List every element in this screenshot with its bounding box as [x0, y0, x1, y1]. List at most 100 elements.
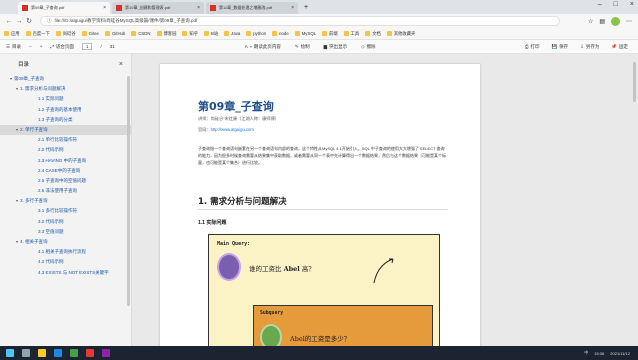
- window-controls: – □ ×: [598, 1, 634, 8]
- save-button[interactable]: 💾 保存: [552, 44, 569, 50]
- minimize-icon[interactable]: –: [598, 1, 602, 8]
- toc-item[interactable]: 4.2 代码示例: [0, 257, 131, 267]
- highlight-button[interactable]: ▆ 突出显示: [324, 44, 347, 50]
- bookmark-item[interactable]: CSDN: [131, 31, 151, 36]
- bookmark-item[interactable]: 尚硅谷: [55, 30, 76, 37]
- toc-item[interactable]: 2.4 CASE中的子查询: [0, 166, 131, 176]
- toc-button[interactable]: ☰ 目录: [6, 44, 21, 50]
- edge-icon[interactable]: [54, 349, 62, 357]
- folder-icon: [81, 31, 87, 36]
- toc-item[interactable]: 3.2 代码示例: [0, 217, 131, 227]
- zoom-in-button[interactable]: +: [40, 44, 43, 49]
- toc-item[interactable]: 1.2 子查询的基本使用: [0, 105, 131, 115]
- app-icon[interactable]: [86, 349, 94, 357]
- close-tab-icon[interactable]: ×: [103, 5, 106, 11]
- toc-item[interactable]: ▾ 1. 需求分析与问题解决: [0, 84, 131, 94]
- bookmark-item[interactable]: 其他收藏夹: [386, 30, 416, 37]
- doc-link-url[interactable]: http://www.atguigu.com: [211, 127, 254, 132]
- bookmark-item[interactable]: python: [246, 31, 266, 36]
- folder-icon: [343, 31, 349, 36]
- folder-icon[interactable]: [38, 349, 46, 357]
- toc-item-label: 1.2 子查询的基本使用: [38, 106, 82, 112]
- maximize-icon[interactable]: □: [614, 1, 618, 8]
- toc-item[interactable]: ▾ 4. 相关子查询: [0, 237, 131, 247]
- toc-item-label: 3. 多行子查询: [20, 198, 48, 204]
- toc-item[interactable]: 2.5 子查询中的空值问题: [0, 176, 131, 186]
- zoom-out-button[interactable]: −: [29, 44, 32, 49]
- close-sidebar-icon[interactable]: ×: [119, 61, 123, 68]
- back-icon[interactable]: ←: [4, 18, 14, 25]
- toc-item[interactable]: 4.3 EXISTS 与 NOT EXISTS关键字: [0, 268, 131, 278]
- ime-indicator[interactable]: 中: [584, 350, 588, 356]
- bookmark-item[interactable]: 前端: [322, 31, 338, 37]
- bookmark-item[interactable]: 应用: [4, 31, 20, 37]
- toc-item-label: 2.2 代码示例: [38, 147, 64, 153]
- clock-time[interactable]: 15:36: [594, 351, 604, 356]
- bookmark-item[interactable]: MySQL: [294, 31, 316, 36]
- tab-bar: 第09章_子查询.pdf × 第10章_创建和管理表.pdf × 第11章_数据…: [0, 0, 638, 14]
- toc-item[interactable]: ▾ 3. 多行子查询: [0, 196, 131, 206]
- bookmark-item[interactable]: Gitee: [81, 31, 99, 36]
- pdf-page: 第09章_子查询 讲师：尚硅谷-宋红康（江湖人称：康师傅） 官网：http://…: [160, 64, 480, 346]
- search-icon[interactable]: [22, 349, 30, 357]
- forward-icon[interactable]: →: [14, 18, 24, 25]
- folder-icon: [224, 31, 230, 36]
- tab-chapter10[interactable]: 第10章_创建和管理表.pdf ×: [112, 2, 204, 14]
- bookmark-item[interactable]: 博客园: [156, 31, 176, 37]
- page-number-input[interactable]: 1: [81, 43, 93, 50]
- toc-item[interactable]: 2.6 非法使用子查询: [0, 186, 131, 196]
- tab-chapter11[interactable]: 第11章_数据处理之增删改.pdf ×: [206, 2, 298, 14]
- close-window-icon[interactable]: ×: [630, 1, 634, 8]
- collections-icon[interactable]: ▤: [599, 18, 605, 25]
- toc-item[interactable]: 2.2 代码示例: [0, 145, 131, 155]
- draw-button[interactable]: ✎ 绘制: [295, 44, 310, 50]
- bookmark-item[interactable]: 百度一下: [25, 31, 50, 37]
- refresh-icon[interactable]: ↻: [24, 17, 34, 25]
- sidebar-scrollbar[interactable]: [127, 76, 130, 306]
- bookmark-label: 尚硅谷: [62, 30, 76, 36]
- toc-item-label: 2.6 非法使用子查询: [38, 188, 78, 194]
- bookmark-item[interactable]: 工具: [343, 31, 359, 37]
- start-icon[interactable]: [6, 349, 14, 357]
- app-icon[interactable]: [102, 349, 110, 357]
- bookmark-item[interactable]: 文档: [365, 31, 381, 37]
- bookmark-item[interactable]: B站: [204, 31, 218, 37]
- favorite-icon[interactable]: ☆: [588, 18, 593, 25]
- url-input[interactable]: ⓘ file:///D:/atguigu/教学资料/尚硅谷MySQL高级篇/课件…: [40, 16, 560, 26]
- folder-icon: [104, 31, 110, 36]
- app-icon[interactable]: [70, 349, 78, 357]
- read-aloud-button[interactable]: A» 朗读此页内容: [245, 44, 281, 50]
- bookmark-label: 前端: [329, 30, 338, 36]
- sub-question: Abel的工资是多少？: [290, 335, 351, 343]
- bookmark-item[interactable]: node: [272, 31, 289, 36]
- tab-chapter09[interactable]: 第09章_子查询.pdf ×: [18, 2, 110, 14]
- toc-item[interactable]: 1.1 实际问题: [0, 94, 131, 104]
- fit-page-button[interactable]: ⤢ 适合页面: [50, 44, 74, 50]
- address-actions: ☆ ▤ ⋯: [588, 16, 632, 26]
- bookmark-item[interactable]: GitHub: [104, 31, 125, 36]
- toc-item[interactable]: ▾ 第09章_子查询: [0, 74, 131, 84]
- close-tab-icon[interactable]: ×: [197, 5, 200, 11]
- toc-item[interactable]: ▾ 2. 单行子查询: [0, 124, 131, 136]
- print-button[interactable]: ⎙ 打印: [525, 44, 540, 50]
- close-tab-icon[interactable]: ×: [291, 5, 294, 11]
- profile-avatar[interactable]: [611, 16, 620, 26]
- toc-item[interactable]: 4.1 相关子查询执行流程: [0, 247, 131, 257]
- folder-icon: [386, 31, 392, 36]
- bookmark-item[interactable]: 知乎: [182, 31, 198, 37]
- more-icon[interactable]: ⋯: [626, 18, 632, 25]
- toc-item[interactable]: 2.3 HAVING 中的子查询: [0, 156, 131, 166]
- document-scrollbar[interactable]: [633, 62, 636, 102]
- toc-item[interactable]: 2.1 单行比较操作符: [0, 135, 131, 145]
- pdf-icon: [210, 5, 216, 11]
- clock-date[interactable]: 2021/11/12: [610, 351, 630, 356]
- bookmark-item[interactable]: Java: [224, 31, 240, 36]
- new-tab-button[interactable]: +: [304, 4, 308, 11]
- pin-button[interactable]: 📌 固定: [611, 44, 628, 50]
- save-as-button[interactable]: ⇩ 另存为: [580, 44, 599, 50]
- toc-item[interactable]: 3.1 多行比较操作符: [0, 206, 131, 216]
- bookmark-label: 其他收藏夹: [393, 30, 416, 36]
- erase-button[interactable]: ◇ 擦除: [361, 44, 375, 50]
- toc-item[interactable]: 1.3 子查询的分类: [0, 115, 131, 125]
- toc-item[interactable]: 3.3 空值问题: [0, 227, 131, 237]
